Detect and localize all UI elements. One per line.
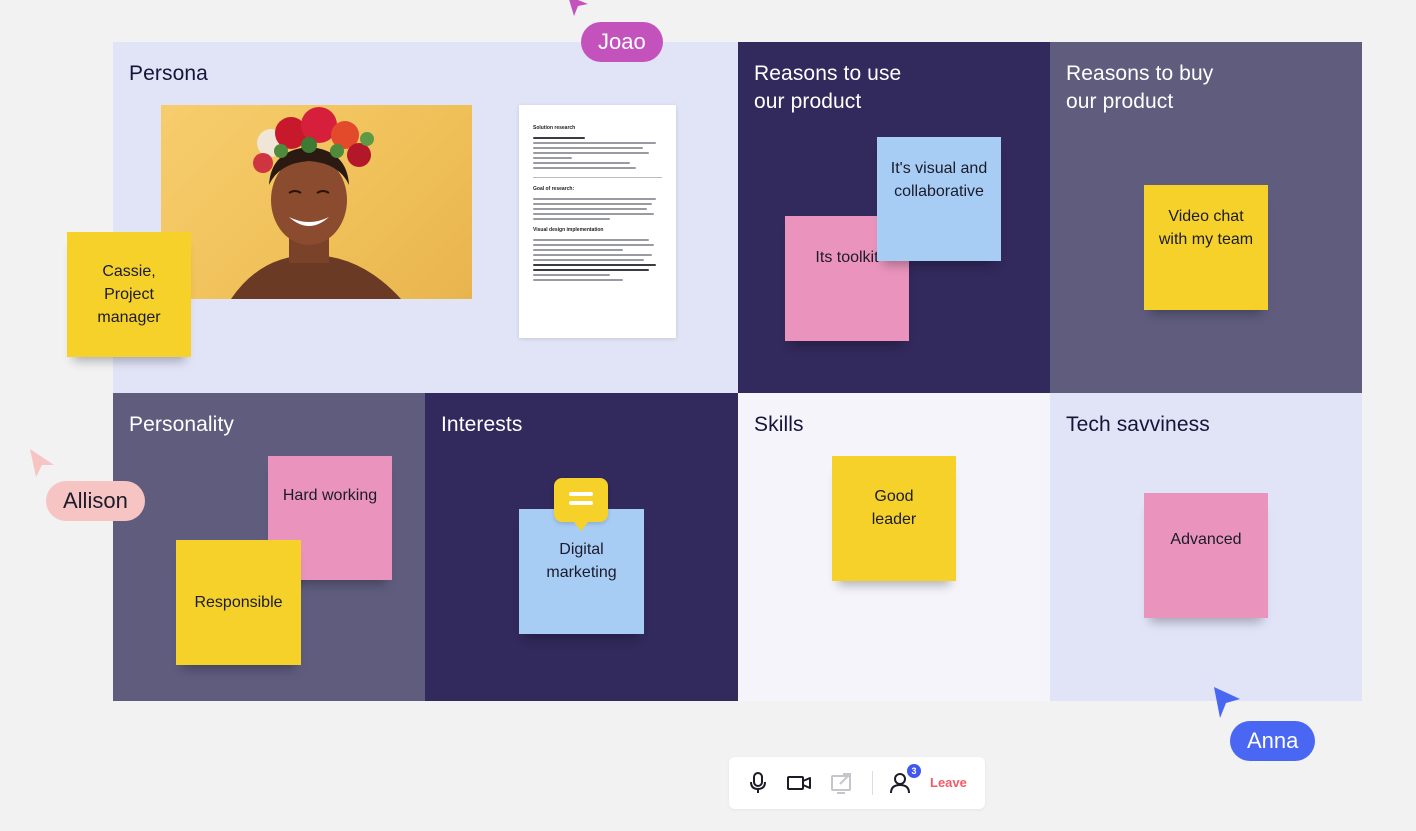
persona-board: Persona Solution research Goal of resear… <box>67 42 1362 701</box>
doc-line <box>533 279 624 281</box>
research-document[interactable]: Solution research Goal of research: Visu… <box>519 105 676 338</box>
persona-photo[interactable] <box>161 105 472 299</box>
doc-line <box>533 213 655 215</box>
doc-line <box>533 137 585 139</box>
cell-title-personality: Personality <box>129 413 234 436</box>
doc-line <box>533 198 656 200</box>
cursor-label-allison: Allison <box>46 481 145 521</box>
leave-button[interactable]: Leave <box>930 775 967 790</box>
cell-persona[interactable]: Persona Solution research Goal of resear… <box>113 42 738 393</box>
sticky-note-cassie[interactable]: Cassie, Project manager <box>67 232 191 357</box>
cell-title-tech-savviness: Tech savviness <box>1066 413 1210 436</box>
doc-line <box>533 203 652 205</box>
doc-line <box>533 167 637 169</box>
doc-line <box>533 218 611 220</box>
doc-line <box>533 152 650 154</box>
cell-title-skills: Skills <box>754 413 804 436</box>
doc-line <box>533 239 650 241</box>
doc-line <box>533 269 650 271</box>
sticky-note-responsible[interactable]: Responsible <box>176 540 301 665</box>
doc-line <box>533 264 656 266</box>
document-section-heading: Visual design implementation <box>533 227 604 233</box>
sticky-note-visual-collaborative[interactable]: It's visual and collaborative <box>877 137 1001 261</box>
doc-line <box>533 274 611 276</box>
doc-line <box>533 244 655 246</box>
cursor-label-anna: Anna <box>1230 721 1316 761</box>
doc-separator <box>533 177 662 178</box>
doc-line <box>533 254 652 256</box>
doc-line <box>533 259 644 261</box>
document-title: Solution research <box>533 125 576 131</box>
document-section-heading: Goal of research: <box>533 186 575 192</box>
comment-icon[interactable] <box>554 478 608 531</box>
sticky-note-advanced[interactable]: Advanced <box>1144 493 1268 618</box>
video-camera-icon[interactable] <box>786 769 812 797</box>
doc-line <box>533 249 624 251</box>
microphone-icon[interactable] <box>745 769 771 797</box>
sticky-note-good-leader[interactable]: Good leader <box>832 456 956 581</box>
cell-title-persona: Persona <box>129 62 208 85</box>
participants-count-badge: 3 <box>907 764 921 778</box>
cell-title-interests: Interests <box>441 413 523 436</box>
doc-line <box>533 157 572 159</box>
share-screen-icon[interactable] <box>829 769 855 797</box>
sticky-note-video-chat[interactable]: Video chat with my team <box>1144 185 1268 310</box>
doc-line <box>533 208 647 210</box>
cell-title-reasons-to-use: Reasons to use our product <box>754 62 902 113</box>
doc-line <box>533 162 630 164</box>
call-toolbar: 3 Leave <box>729 757 985 809</box>
doc-line <box>533 142 656 144</box>
cursor-label-joao: Joao <box>581 22 663 62</box>
toolbar-divider <box>872 771 873 795</box>
persona-photo-illustration <box>231 107 401 299</box>
cell-title-reasons-to-buy: Reasons to buy our product <box>1066 62 1214 113</box>
doc-line <box>533 147 643 149</box>
